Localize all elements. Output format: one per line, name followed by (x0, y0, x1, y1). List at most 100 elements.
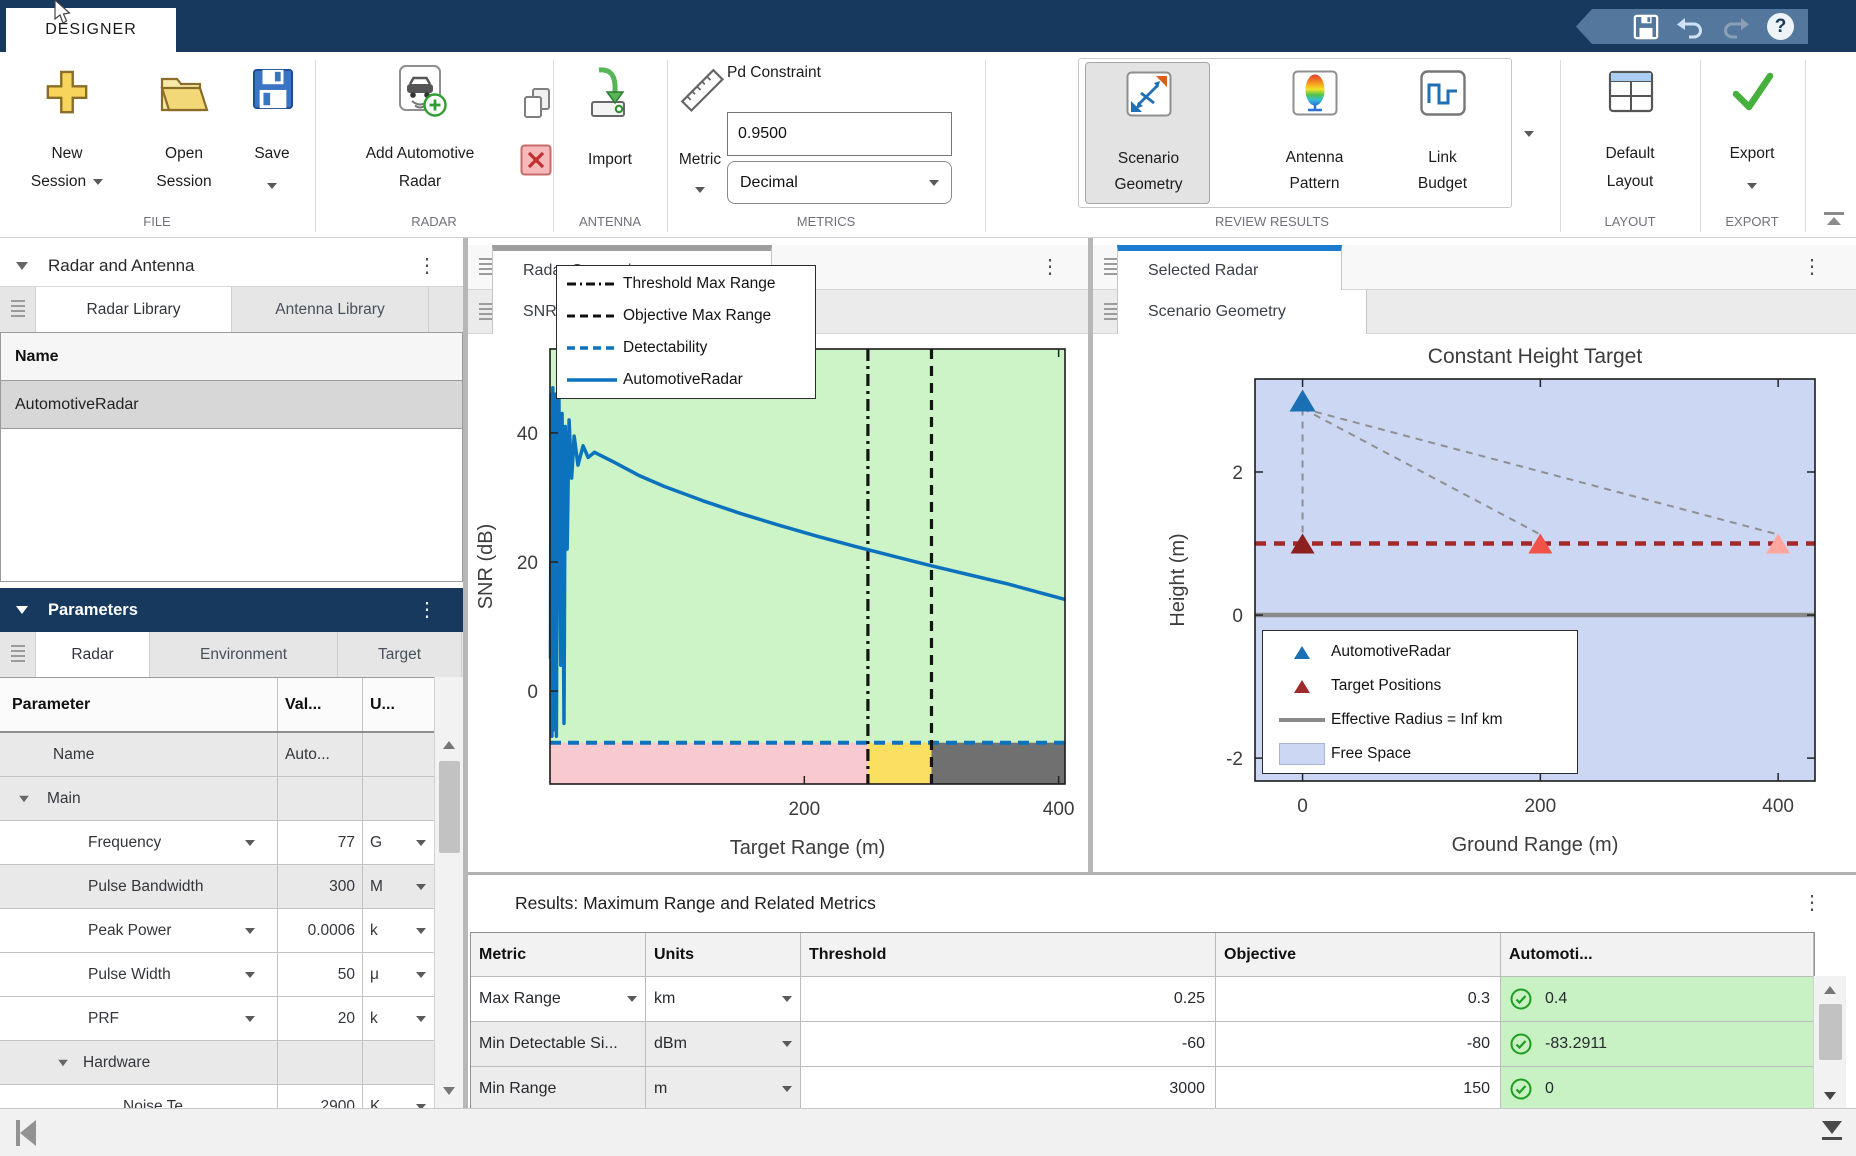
pd-format-caret (929, 180, 939, 186)
link-budget-label2: Budget (1380, 170, 1505, 197)
results-units-min-range[interactable]: m (646, 1067, 801, 1112)
undo-icon[interactable] (1675, 15, 1705, 39)
radar-designer-app: DESIGNER ? FILE RADAR ANTENNA METRICS RE… (0, 0, 1856, 1156)
parameters-tabstrip: Radar Environment Target (0, 632, 463, 677)
delete-radar-icon[interactable] (520, 144, 552, 176)
tab-designer[interactable]: DESIGNER (6, 8, 176, 52)
results-units-max-range[interactable]: km (646, 977, 801, 1022)
results-menu-icon[interactable]: ⋮ (1802, 893, 1822, 913)
section-label-metrics: METRICS (726, 210, 926, 234)
section-label-radar: RADAR (334, 210, 534, 234)
legend-geo-automotiveradar: AutomotiveRadar (1331, 643, 1451, 661)
collapse-chevron-icon[interactable] (16, 262, 28, 270)
drag-grip-icon[interactable] (0, 287, 36, 332)
scroll-down-icon[interactable] (1814, 1084, 1846, 1108)
results-metric-min-range[interactable]: Min Range (471, 1067, 646, 1112)
save-icon[interactable] (1633, 14, 1659, 40)
scroll-up-icon[interactable] (1814, 978, 1846, 1002)
antenna-pattern-label1: Antenna (1252, 144, 1377, 171)
svg-text:0: 0 (1232, 606, 1243, 627)
svg-text:SNR (dB): SNR (dB) (475, 524, 497, 610)
pd-format-dropdown[interactable]: Decimal (727, 161, 952, 204)
pd-constraint-label: Pd Constraint (727, 64, 952, 82)
param-row-frequency[interactable]: Frequency 77 G (0, 821, 434, 865)
new-session-label1: New (17, 140, 117, 167)
param-row-pulse-width[interactable]: Pulse Width 50 μ (0, 953, 434, 997)
results-value-min-range: 0 (1501, 1067, 1814, 1112)
param-group-main[interactable]: Main (0, 777, 434, 821)
ribbon: FILE RADAR ANTENNA METRICS REVIEW RESULT… (0, 52, 1856, 238)
gallery-dropdown-button[interactable] (1524, 124, 1534, 142)
results-scrollbar[interactable] (1813, 976, 1846, 1109)
tab-antenna-library[interactable]: Antenna Library (232, 287, 429, 332)
pass-check-icon (1509, 1077, 1533, 1101)
results-threshold-min-detectable[interactable]: -60 (801, 1022, 1216, 1067)
export-caret (1747, 183, 1757, 189)
svg-text:2: 2 (1232, 463, 1243, 484)
parameters-scrollbar[interactable] (434, 677, 463, 1108)
add-automotive-label1: Add Automotive (337, 140, 503, 167)
parameter-table: Parameter Val... U... Name Auto... Main … (0, 677, 434, 1108)
collapse-ribbon-button[interactable] (1824, 212, 1844, 226)
scenario-geometry-button[interactable]: Scenario Geometry (1085, 62, 1210, 204)
param-row-prf[interactable]: PRF 20 k (0, 997, 434, 1041)
parameters-menu-icon[interactable]: ⋮ (417, 600, 437, 620)
scroll-down-icon[interactable] (435, 1079, 463, 1103)
save-session-icon (252, 68, 294, 110)
param-row-peak-power[interactable]: Peak Power 0.0006 k (0, 909, 434, 953)
free-space-patch-icon (1279, 743, 1325, 765)
legend-objective-max-range: Objective Max Range (623, 307, 771, 325)
parameters-header[interactable]: Parameters ⋮ (0, 588, 463, 632)
ribbon-divider (1700, 60, 1701, 232)
svg-text:200: 200 (788, 799, 820, 820)
radar-antenna-menu-icon[interactable]: ⋮ (417, 256, 437, 276)
radar-antenna-header[interactable]: Radar and Antenna ⋮ (0, 245, 463, 287)
param-row-name[interactable]: Name Auto... (0, 733, 434, 777)
copy-radar-icon[interactable] (520, 86, 554, 120)
legend-automotiveradar: AutomotiveRadar (623, 371, 743, 389)
antenna-pattern-button[interactable]: Antenna Pattern (1252, 62, 1377, 204)
results-units-min-detectable[interactable]: dBm (646, 1022, 801, 1067)
drag-grip-icon[interactable] (0, 632, 36, 677)
results-metric-min-detectable[interactable]: Min Detectable Si... (471, 1022, 646, 1067)
right-tabbar-menu-icon[interactable]: ⋮ (1802, 257, 1822, 277)
svg-text:400: 400 (1043, 799, 1075, 820)
tab-environment[interactable]: Environment (150, 632, 338, 677)
scrollbar-thumb[interactable] (1819, 1004, 1842, 1060)
scenario-geometry-label1: Scenario (1086, 145, 1211, 172)
results-threshold-min-range[interactable]: 3000 (801, 1067, 1216, 1112)
center-tabbar-menu-icon[interactable]: ⋮ (1040, 257, 1060, 277)
legend-effective-radius: Effective Radius = Inf km (1331, 711, 1503, 729)
default-layout-label1: Default (1580, 140, 1680, 167)
help-icon[interactable]: ? (1767, 13, 1794, 40)
results-threshold-max-range[interactable]: 0.25 (801, 977, 1216, 1022)
param-row-pulse-bandwidth[interactable]: Pulse Bandwidth 300 M (0, 865, 434, 909)
collapse-panel-left-icon[interactable] (16, 1120, 36, 1146)
scroll-up-icon[interactable] (435, 733, 463, 757)
radar-library-name-header[interactable]: Name (1, 333, 462, 381)
pd-constraint-input[interactable]: 0.9500 (727, 112, 952, 156)
tab-target[interactable]: Target (338, 632, 462, 677)
param-group-hardware[interactable]: Hardware (0, 1041, 434, 1085)
title-bar: DESIGNER ? (0, 0, 1856, 52)
new-session-label2: Session (31, 168, 86, 195)
tab-scenario-geometry[interactable]: Scenario Geometry (1117, 290, 1367, 334)
scroll-to-bottom-icon[interactable] (1822, 1121, 1842, 1140)
radar-library-row-automotiveradar[interactable]: AutomotiveRadar (1, 381, 462, 429)
scrollbar-thumb[interactable] (439, 761, 460, 853)
results-title: Results: Maximum Range and Related Metri… (515, 893, 876, 914)
tab-selected-radar[interactable]: Selected Radar (1117, 245, 1342, 290)
tab-radar[interactable]: Radar (36, 632, 150, 677)
import-icon (586, 66, 636, 120)
radar-antenna-title: Radar and Antenna (48, 256, 195, 276)
param-row-noise-temperature[interactable]: Noise Te... 2900 K (0, 1085, 434, 1108)
collapse-chevron-icon[interactable] (16, 606, 28, 614)
results-objective-max-range[interactable]: 0.3 (1216, 977, 1501, 1022)
results-objective-min-range[interactable]: 150 (1216, 1067, 1501, 1112)
results-objective-min-detectable[interactable]: -80 (1216, 1022, 1501, 1067)
tab-radar-library[interactable]: Radar Library (36, 287, 232, 332)
results-metric-max-range[interactable]: Max Range (471, 977, 646, 1022)
redo-icon[interactable] (1721, 15, 1751, 39)
scenario-geometry-icon (1126, 71, 1172, 117)
link-budget-button[interactable]: Link Budget (1380, 62, 1505, 204)
